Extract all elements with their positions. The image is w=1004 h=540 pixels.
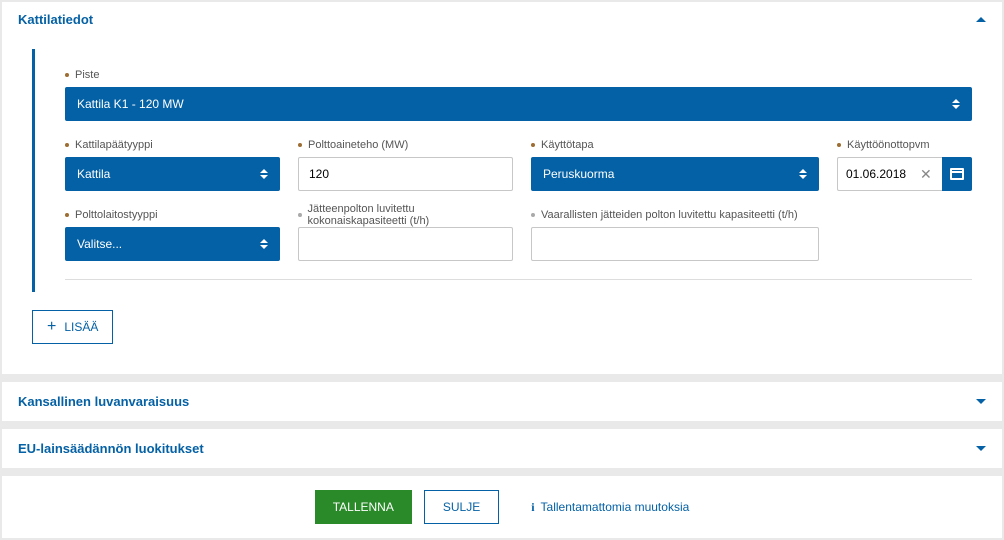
label-polttolaitostyyppi: Polttolaitostyyppi: [75, 209, 158, 221]
panel-title: EU-lainsäädännön luokitukset: [18, 441, 204, 456]
close-button[interactable]: SULJE: [424, 490, 499, 524]
input-polttoaineteho[interactable]: [298, 157, 513, 191]
optional-indicator: [531, 213, 535, 217]
required-indicator: [65, 143, 69, 147]
plus-icon: +: [47, 319, 56, 335]
calendar-button[interactable]: [942, 157, 972, 191]
add-button[interactable]: + LISÄÄ: [32, 310, 113, 344]
label-vaarallisten: Vaarallisten jätteiden polton luvitettu …: [541, 209, 798, 221]
spacer: [837, 207, 972, 261]
select-kayttotapa-value: Peruskuorma: [543, 167, 614, 181]
label-kayttoonottopvm: Käyttöönottopvm: [847, 139, 930, 151]
required-indicator: [531, 143, 535, 147]
select-arrows-icon: [260, 169, 268, 179]
field-kattilapaatyyppi: Kattilapäätyyppi Kattila: [65, 137, 280, 191]
panel-kattilatiedot: Kattilatiedot Piste Kattila K1 - 120 MW …: [2, 2, 1002, 374]
panel-header-eu[interactable]: EU-lainsäädännön luokitukset: [2, 429, 1002, 468]
required-indicator: [65, 213, 69, 217]
clear-date-button[interactable]: ✕: [918, 167, 934, 181]
select-kattilapaatyyppi-value: Kattila: [77, 167, 110, 181]
select-arrows-icon: [799, 169, 807, 179]
panel-title: Kattilatiedot: [18, 12, 93, 27]
form-section: Piste Kattila K1 - 120 MW Kattilapäätyyp…: [32, 49, 972, 292]
field-jatteenpolton: Jätteenpolton luvitettu kokonaiskapasite…: [298, 207, 513, 261]
info-icon: i: [531, 500, 534, 515]
calendar-icon: [950, 168, 964, 180]
field-kayttotapa: Käyttötapa Peruskuorma: [531, 137, 819, 191]
panel-title: Kansallinen luvanvaraisuus: [18, 394, 189, 409]
label-piste: Piste: [75, 69, 99, 81]
field-kayttoonottopvm: Käyttöönottopvm ✕: [837, 137, 972, 191]
select-arrows-icon: [260, 239, 268, 249]
label-kattilapaatyyppi: Kattilapäätyyppi: [75, 139, 153, 151]
select-kayttotapa[interactable]: Peruskuorma: [531, 157, 819, 191]
panel-header-kansallinen[interactable]: Kansallinen luvanvaraisuus: [2, 382, 1002, 421]
field-polttoaineteho: Polttoaineteho (MW): [298, 137, 513, 191]
panel-body: Piste Kattila K1 - 120 MW Kattilapäätyyp…: [2, 37, 1002, 374]
label-polttoaineteho: Polttoaineteho (MW): [308, 139, 408, 151]
field-vaarallisten: Vaarallisten jätteiden polton luvitettu …: [531, 207, 819, 261]
optional-indicator: [298, 213, 302, 217]
select-arrows-icon: [952, 99, 960, 109]
select-polttolaitostyyppi-value: Valitse...: [77, 237, 122, 251]
label-jatteenpolton: Jätteenpolton luvitettu kokonaiskapasite…: [308, 203, 513, 227]
input-kayttoonottopvm[interactable]: [846, 167, 910, 181]
add-button-label: LISÄÄ: [64, 320, 98, 334]
divider: [65, 279, 972, 280]
required-indicator: [298, 143, 302, 147]
required-indicator: [65, 73, 69, 77]
select-piste[interactable]: Kattila K1 - 120 MW: [65, 87, 972, 121]
select-kattilapaatyyppi[interactable]: Kattila: [65, 157, 280, 191]
save-button[interactable]: TALLENNA: [315, 490, 412, 524]
field-piste: Piste Kattila K1 - 120 MW: [65, 67, 972, 121]
field-polttolaitostyyppi: Polttolaitostyyppi Valitse...: [65, 207, 280, 261]
select-piste-value: Kattila K1 - 120 MW: [77, 97, 184, 111]
label-kayttotapa: Käyttötapa: [541, 139, 594, 151]
chevron-up-icon: [976, 17, 986, 22]
status-text: Tallentamattomia muutoksia: [541, 500, 690, 514]
chevron-down-icon: [976, 399, 986, 404]
input-jatteenpolton[interactable]: [298, 227, 513, 261]
select-polttolaitostyyppi[interactable]: Valitse...: [65, 227, 280, 261]
required-indicator: [837, 143, 841, 147]
unsaved-status: i Tallentamattomia muutoksia: [531, 500, 689, 515]
date-input-wrap: ✕: [837, 157, 942, 191]
panel-header-kattilatiedot[interactable]: Kattilatiedot: [2, 2, 1002, 37]
input-vaarallisten[interactable]: [531, 227, 819, 261]
chevron-down-icon: [976, 446, 986, 451]
